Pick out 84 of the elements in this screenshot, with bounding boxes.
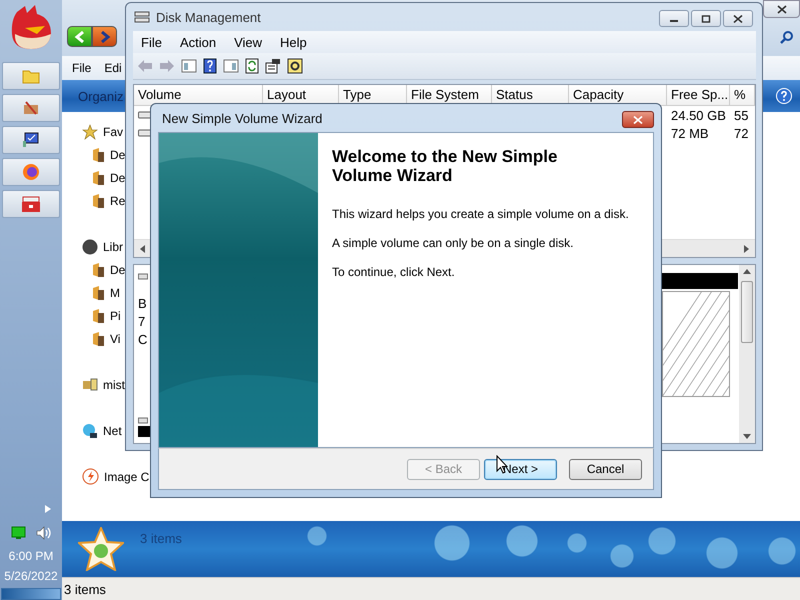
nav-item[interactable]: Vi <box>110 332 120 346</box>
nav-item[interactable]: Re <box>110 194 126 208</box>
folder-icon <box>92 330 105 346</box>
close-icon <box>633 116 643 124</box>
search-icon[interactable] <box>780 30 794 44</box>
close-button[interactable] <box>723 10 753 27</box>
network-globe-icon <box>82 422 98 438</box>
table-cell-text: 55 <box>733 108 750 122</box>
menu-item[interactable]: Action <box>180 34 216 50</box>
nav-item[interactable]: Net <box>103 424 122 438</box>
menu-item[interactable]: Edi <box>104 61 122 75</box>
computer-icon <box>82 376 98 392</box>
close-icon <box>776 4 786 14</box>
scroll-up-icon[interactable] <box>743 269 751 275</box>
nav-item[interactable]: Fav <box>103 124 124 138</box>
disk-icon <box>134 10 150 24</box>
panel-icon[interactable] <box>223 59 239 73</box>
minimize-button[interactable] <box>659 10 689 27</box>
nav-item[interactable]: Libr <box>103 240 124 254</box>
folder-icon <box>92 146 105 162</box>
maximize-button[interactable] <box>691 10 721 27</box>
disk-label: B <box>138 296 148 312</box>
lightning-icon <box>82 468 99 485</box>
taskbar-button[interactable] <box>2 126 60 154</box>
status-text: 3 items <box>64 582 106 596</box>
nav-item[interactable]: M <box>110 286 120 300</box>
show-desktop-button[interactable] <box>1 588 61 600</box>
table-cell-text: 72 MB <box>670 126 710 140</box>
column-header[interactable]: Free Sp... <box>667 85 730 105</box>
scroll-thumb[interactable] <box>741 281 753 343</box>
nav-item[interactable]: Pi <box>110 308 121 322</box>
dialog-button[interactable]: Cancel <box>569 458 642 480</box>
scroll-down-icon[interactable] <box>743 433 751 439</box>
volume-icon[interactable] <box>36 526 52 540</box>
close-icon <box>733 14 743 22</box>
nav-item[interactable]: De <box>110 148 126 162</box>
star-icon <box>82 124 98 140</box>
forward-button[interactable] <box>92 26 117 47</box>
column-header[interactable]: % <box>730 85 755 105</box>
legend-swatch <box>138 426 150 437</box>
menu-item[interactable]: View <box>234 34 262 50</box>
maximize-icon <box>701 14 711 22</box>
unallocated-partition[interactable] <box>662 291 730 397</box>
refresh-icon[interactable] <box>245 58 259 74</box>
nav-item[interactable]: De <box>110 262 126 276</box>
nav-item[interactable]: De <box>110 170 126 184</box>
settings-icon[interactable] <box>287 58 303 74</box>
help-icon[interactable] <box>203 58 217 74</box>
wizard-text: To continue, click Next. <box>332 265 456 279</box>
folder-icon <box>92 262 105 278</box>
item-count: 3 items <box>140 531 182 546</box>
panel-icon[interactable] <box>181 59 197 73</box>
scroll-left-icon[interactable] <box>140 244 146 252</box>
scroll-right-icon[interactable] <box>743 244 749 252</box>
library-icon <box>82 238 98 254</box>
expand-arrow-icon[interactable] <box>44 504 52 514</box>
nav-item[interactable]: Image C <box>104 470 150 484</box>
close-button[interactable] <box>763 0 800 18</box>
menu-item[interactable]: Help <box>280 34 307 50</box>
vertical-scrollbar[interactable] <box>739 265 755 443</box>
wizard-text: A simple volume can only be on a single disk. <box>332 236 574 250</box>
disk-label: 7 <box>138 314 146 330</box>
disk-label: C <box>138 332 148 348</box>
folder-icon <box>92 308 105 324</box>
wizard-text: This wizard helps you create a simple volume on a disk. <box>332 207 629 221</box>
wizard-heading: Welcome to the New Simple Volume Wizard <box>332 147 558 185</box>
folder-icon <box>92 170 105 186</box>
table-cell-text: 24.50 GB <box>670 108 727 122</box>
monitor-icon <box>22 131 40 149</box>
close-button[interactable] <box>622 111 654 128</box>
window-title: Disk Management <box>156 10 261 24</box>
toolbox-icon <box>21 195 41 213</box>
dialog-title: New Simple Volume Wizard <box>162 110 322 126</box>
star-icon <box>78 527 124 571</box>
properties-icon[interactable] <box>265 58 281 74</box>
folder-icon <box>92 192 105 208</box>
nav-item[interactable]: mist <box>103 378 125 392</box>
menu-item[interactable]: File <box>72 61 92 75</box>
browser-icon <box>22 163 40 181</box>
tools-icon <box>22 99 40 117</box>
back-button[interactable] <box>67 26 92 47</box>
table-cell-text: 72 <box>733 126 750 140</box>
menu-item[interactable]: File <box>141 34 162 50</box>
folder-icon <box>92 284 105 300</box>
